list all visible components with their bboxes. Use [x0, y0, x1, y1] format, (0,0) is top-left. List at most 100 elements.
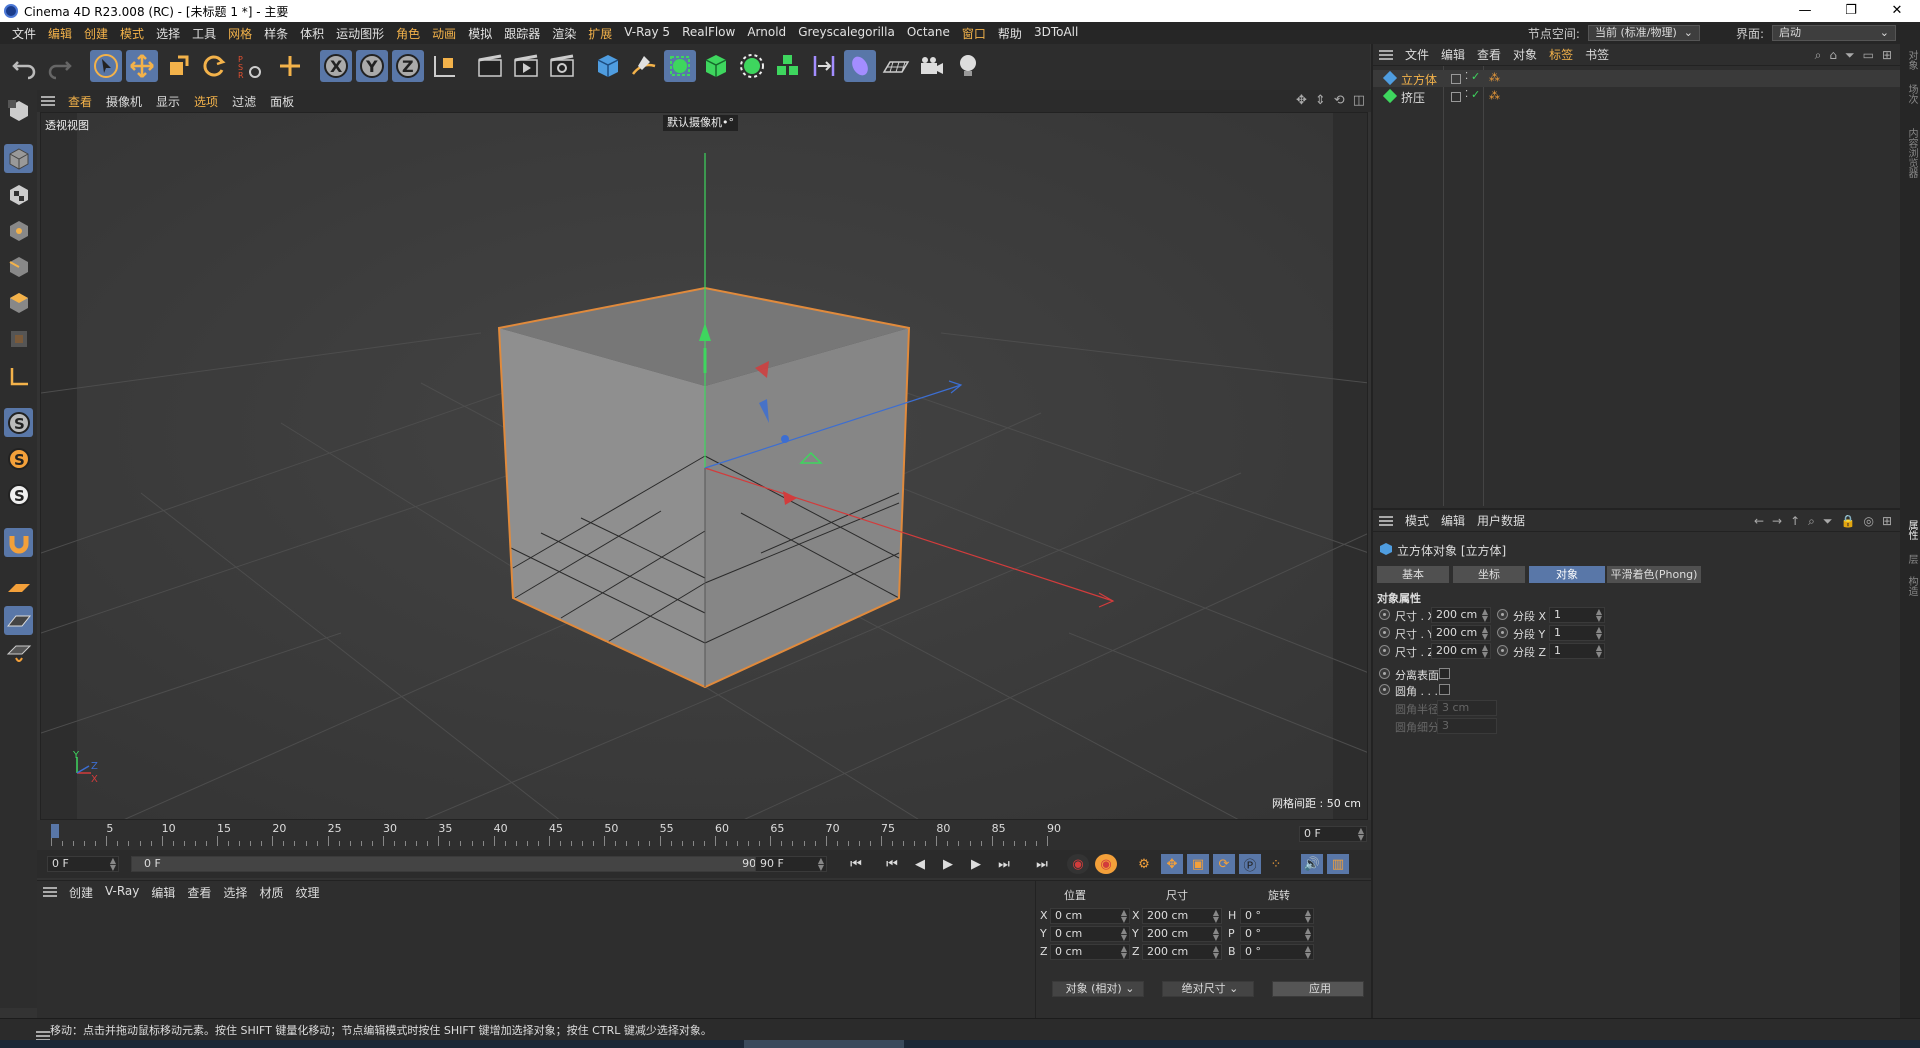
- hamburger-icon[interactable]: [41, 96, 55, 106]
- menu-item[interactable]: 角色: [390, 25, 426, 42]
- attribute-menu-item[interactable]: 编辑: [1435, 512, 1471, 529]
- model-mode-button[interactable]: [4, 144, 33, 173]
- polygons-mode-button[interactable]: [4, 288, 33, 317]
- attribute-menu-item[interactable]: 用户数据: [1471, 512, 1531, 529]
- solo-button[interactable]: S: [4, 408, 33, 437]
- last-tool-button[interactable]: [274, 50, 306, 82]
- axis-mode-button[interactable]: [4, 362, 33, 391]
- close-button[interactable]: ✕: [1874, 0, 1920, 22]
- current-frame-field[interactable]: 0 F ▲ ▼: [1299, 826, 1367, 842]
- menu-item[interactable]: 3DToAll: [1028, 25, 1084, 42]
- size-anim-radio[interactable]: [1379, 645, 1390, 656]
- object-menu-item[interactable]: 编辑: [1435, 46, 1471, 63]
- orbit-view-icon[interactable]: ⟲: [1334, 93, 1345, 108]
- menu-item[interactable]: 模式: [114, 25, 150, 42]
- texture-mode-button[interactable]: [4, 180, 33, 209]
- material-menu-item[interactable]: 查看: [181, 884, 217, 901]
- search-icon[interactable]: ⌕: [1815, 48, 1822, 63]
- restore-button[interactable]: ❐: [1828, 0, 1874, 22]
- attribute-tab[interactable]: 对象: [1529, 566, 1605, 583]
- deformer-button[interactable]: [808, 50, 840, 82]
- rail-tab[interactable]: 场次: [1904, 84, 1919, 104]
- y-axis-lock-button[interactable]: Y: [356, 50, 388, 82]
- render-to-picture-viewer-button[interactable]: [510, 50, 542, 82]
- light-button[interactable]: [952, 50, 984, 82]
- object-menu-item[interactable]: 文件: [1399, 46, 1435, 63]
- layers-icon[interactable]: ▭: [1863, 48, 1874, 63]
- next-key-button[interactable]: ⏭: [993, 854, 1015, 874]
- go-to-start-button[interactable]: ⏮: [845, 854, 867, 874]
- menu-item[interactable]: 窗口: [956, 25, 992, 42]
- material-menu-item[interactable]: 编辑: [145, 884, 181, 901]
- attribute-tab[interactable]: 平滑着色(Phong): [1607, 566, 1701, 583]
- locked-workplane-button[interactable]: [4, 640, 33, 669]
- undo-button[interactable]: [8, 50, 40, 82]
- coordinate-system-button[interactable]: [428, 50, 460, 82]
- menu-item[interactable]: 渲染: [546, 25, 582, 42]
- up-arrow-icon[interactable]: ↑: [1790, 514, 1800, 529]
- size-mode-dropdown[interactable]: 绝对尺寸 ⌄: [1162, 981, 1254, 997]
- attribute-tab[interactable]: 坐标: [1453, 566, 1525, 583]
- menu-item[interactable]: 创建: [78, 25, 114, 42]
- forward-arrow-icon[interactable]: →: [1772, 514, 1782, 529]
- menu-item[interactable]: 扩展: [582, 25, 618, 42]
- segments-field[interactable]: 1 ▲ ▼: [1549, 625, 1605, 641]
- home-icon[interactable]: ⌂: [1829, 48, 1837, 63]
- position-field[interactable]: 0 cm ▲ ▼: [1050, 926, 1130, 942]
- object-name[interactable]: 立方体: [1401, 71, 1437, 88]
- rail-tab[interactable]: 属性: [1904, 520, 1919, 540]
- edges-mode-button[interactable]: [4, 252, 33, 281]
- start-frame-field[interactable]: 0 F ▲ ▼: [47, 856, 119, 872]
- separate-surfaces-checkbox[interactable]: [1439, 668, 1450, 679]
- floor-button[interactable]: [880, 50, 912, 82]
- camera-button[interactable]: [916, 50, 948, 82]
- toggle-layout-icon[interactable]: ◫: [1353, 93, 1365, 108]
- hamburger-icon[interactable]: [1379, 515, 1393, 526]
- sound-button[interactable]: 🔊: [1301, 854, 1323, 874]
- new-window-icon[interactable]: ⊞: [1882, 514, 1892, 529]
- hamburger-icon[interactable]: [36, 1030, 50, 1041]
- object-menu-item[interactable]: 书签: [1579, 46, 1615, 63]
- menu-item[interactable]: Greyscalegorilla: [792, 25, 901, 42]
- menu-item[interactable]: 帮助: [992, 25, 1028, 42]
- subdivision-surface-button[interactable]: [664, 50, 696, 82]
- menu-item[interactable]: 跟踪器: [498, 25, 546, 42]
- object-row[interactable]: 立方体 ⁚ ✓ ⁂: [1373, 70, 1902, 87]
- uv-mode-button[interactable]: [4, 324, 33, 353]
- enabled-check-icon[interactable]: ✓: [1471, 70, 1480, 83]
- cloner-button[interactable]: [772, 50, 804, 82]
- size-anim-radio[interactable]: [1379, 627, 1390, 638]
- key-scale-button[interactable]: ▣: [1187, 854, 1209, 874]
- psr-tool-button[interactable]: PSR: [234, 50, 266, 82]
- rail-tab[interactable]: 对象: [1904, 50, 1919, 70]
- points-mode-button[interactable]: [4, 216, 33, 245]
- enabled-check-icon[interactable]: ✓: [1471, 88, 1480, 101]
- menu-item[interactable]: Octane: [901, 25, 956, 42]
- rotation-field[interactable]: 0 ° ▲ ▼: [1240, 944, 1314, 960]
- back-arrow-icon[interactable]: ←: [1754, 514, 1764, 529]
- hamburger-icon[interactable]: [43, 887, 57, 897]
- material-menu-item[interactable]: 材质: [253, 884, 289, 901]
- menu-item[interactable]: V-Ray 5: [618, 25, 676, 42]
- segments-field[interactable]: 1 ▲ ▼: [1549, 607, 1605, 623]
- previous-frame-button[interactable]: ◀: [909, 854, 931, 874]
- segments-anim-radio[interactable]: [1497, 645, 1508, 656]
- target-icon[interactable]: ◎: [1863, 514, 1873, 529]
- menu-item[interactable]: 文件: [6, 25, 42, 42]
- position-field[interactable]: 0 cm ▲ ▼: [1050, 908, 1130, 924]
- viewport-menu-item[interactable]: 过滤: [225, 93, 263, 110]
- rotate-tool-button[interactable]: [198, 50, 230, 82]
- render-view-button[interactable]: [474, 50, 506, 82]
- object-row[interactable]: 挤压 ⁚ ✓ ⁂: [1373, 88, 1902, 105]
- mograph-cloner-button[interactable]: [736, 50, 768, 82]
- viewport-menu-item[interactable]: 选项: [187, 93, 225, 110]
- menu-item[interactable]: 工具: [186, 25, 222, 42]
- play-button[interactable]: ▶: [937, 854, 959, 874]
- segments-field[interactable]: 1 ▲ ▼: [1549, 643, 1605, 659]
- segments-anim-radio[interactable]: [1497, 627, 1508, 638]
- select-tool-button[interactable]: [90, 50, 122, 82]
- size-field[interactable]: 200 cm ▲ ▼: [1142, 926, 1222, 942]
- menu-item[interactable]: 模拟: [462, 25, 498, 42]
- key-position-button[interactable]: ✥: [1161, 854, 1183, 874]
- attribute-menu-item[interactable]: 模式: [1399, 512, 1435, 529]
